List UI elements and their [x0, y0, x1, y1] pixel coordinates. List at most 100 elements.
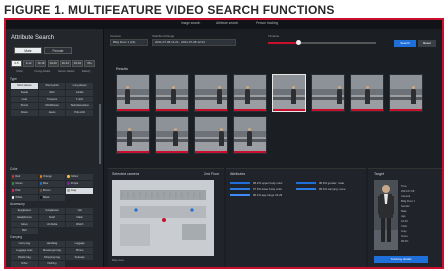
color-option[interactable]: Gray: [66, 188, 93, 194]
accessory-option[interactable]: Headphones: [11, 214, 38, 221]
carrying-option[interactable]: Nothing: [38, 261, 66, 267]
carrying-option[interactable]: Phone: [66, 247, 93, 254]
result-thumbnail[interactable]: [233, 116, 267, 154]
gender-male-toggle[interactable]: Male: [14, 47, 42, 54]
type-option[interactable]: Shirt/blouse: [38, 103, 66, 110]
accessory-option[interactable]: Eyeglasses: [11, 208, 38, 214]
color-label: Gray: [70, 189, 77, 192]
type-option[interactable]: Skirt: [38, 89, 66, 96]
result-thumbnail[interactable]: [155, 74, 189, 112]
age-chip[interactable]: 19-29: [47, 60, 59, 67]
result-thumbnail[interactable]: [116, 116, 150, 154]
type-option[interactable]: Jacket: [66, 89, 93, 96]
reset-button[interactable]: Reset: [418, 40, 436, 47]
floor-map[interactable]: [112, 180, 214, 256]
timeline-slider[interactable]: [268, 40, 376, 45]
thumb-background: [390, 75, 422, 90]
color-swatch-icon: [67, 175, 70, 178]
tracking-details-button[interactable]: Tracking details: [374, 256, 428, 263]
target-person-image[interactable]: [374, 180, 398, 250]
person-figure: [337, 89, 342, 104]
section-color: Color: [10, 167, 18, 171]
age-chip[interactable]: 30-44: [59, 60, 71, 67]
result-thumbnail[interactable]: [194, 74, 228, 112]
result-thumbnail[interactable]: [155, 116, 189, 154]
result-thumbnail[interactable]: [272, 74, 306, 112]
attr-text: 98.2% upper body color: [253, 181, 283, 185]
nav-person-tracking[interactable]: Person tracking: [256, 21, 278, 25]
target-info-line: Color: [401, 225, 408, 228]
date-range-field[interactable]: 2021-07-08 11:24 - 2021-07-08 12:24: [152, 39, 236, 46]
age-hint-elderly: Elderly: [82, 69, 91, 73]
type-option[interactable]: Shorts: [11, 103, 38, 110]
color-option[interactable]: Orange: [38, 174, 66, 180]
type-option[interactable]: Jeans: [38, 110, 66, 116]
match-indicator: [117, 151, 149, 153]
age-chip[interactable]: 6-12: [23, 60, 35, 67]
type-option[interactable]: Coat: [11, 96, 38, 103]
carrying-option[interactable]: Carry bag: [11, 241, 38, 247]
color-option[interactable]: Purple: [66, 181, 93, 187]
target-panel: Target Time 2021-07-08 Camera Bldg Floor 1 G…: [368, 168, 442, 267]
result-thumbnail[interactable]: [389, 74, 423, 112]
type-option[interactable]: Short pants: [38, 83, 66, 89]
result-thumbnail[interactable]: [311, 74, 345, 112]
section-accessory: Accessory: [10, 202, 25, 206]
color-option[interactable]: White: [11, 195, 38, 201]
color-label: Orange: [43, 175, 52, 178]
age-chip[interactable]: 65+: [84, 60, 96, 67]
timeline-handle[interactable]: [295, 40, 301, 45]
type-option[interactable]: Polo shirt: [66, 110, 93, 116]
color-option[interactable]: Pink: [11, 188, 38, 194]
accessory-option[interactable]: Sunglasses: [38, 208, 66, 214]
type-option[interactable]: Tank/sleeveless: [66, 103, 93, 110]
type-option[interactable]: Long sleeve: [66, 83, 93, 89]
color-option[interactable]: Blue: [38, 181, 66, 187]
age-chip[interactable]: 13-18: [35, 60, 47, 67]
color-option[interactable]: Red: [11, 174, 38, 180]
type-option[interactable]: Sweat: [11, 89, 38, 96]
color-option[interactable]: Green: [11, 181, 38, 187]
attr-row: 98.9% gender: male: [296, 181, 362, 186]
gender-female-toggle[interactable]: Female: [44, 47, 72, 54]
color-option[interactable]: Yellow: [66, 174, 93, 180]
accessory-option[interactable]: Mask: [66, 214, 93, 221]
type-option[interactable]: T-shirt: [66, 96, 93, 103]
match-indicator: [234, 109, 266, 111]
type-option[interactable]: Short sleeve: [11, 83, 38, 89]
accessory-option[interactable]: Glove: [11, 221, 38, 228]
result-thumbnail[interactable]: [233, 74, 267, 112]
person-figure: [125, 89, 130, 104]
type-option[interactable]: Dress: [11, 110, 38, 116]
confidence-bar: [296, 188, 316, 190]
carrying-option[interactable]: Shopping bag: [38, 254, 66, 261]
color-option[interactable]: Brown: [38, 188, 66, 194]
color-option[interactable]: Black: [38, 195, 66, 201]
nav-attribute-search[interactable]: Attribute search: [216, 21, 238, 25]
search-button[interactable]: Search: [394, 40, 416, 47]
result-thumbnail[interactable]: [350, 74, 384, 112]
carrying-option[interactable]: Luggage case: [11, 247, 38, 254]
accessory-option[interactable]: Watch: [66, 221, 93, 228]
carrying-option[interactable]: Plastic bag: [11, 254, 38, 261]
carrying-option[interactable]: Other: [11, 261, 38, 267]
age-chip[interactable]: 0-5: [11, 60, 22, 67]
result-thumbnail[interactable]: [116, 74, 150, 112]
type-option[interactable]: Trousers: [38, 96, 66, 103]
target-info-line: Age: [401, 215, 406, 218]
carrying-option[interactable]: Suitcase: [66, 254, 93, 261]
age-chip[interactable]: 45-64: [72, 60, 83, 67]
nav-image-search[interactable]: Image search: [181, 21, 200, 25]
result-thumbnail[interactable]: [194, 116, 228, 154]
selected-camera-label: Selected camera: [112, 172, 139, 176]
camera-select[interactable]: Bldg Floor 1 (16): [110, 39, 148, 46]
accessory-option[interactable]: Scarf: [38, 214, 66, 221]
accessory-option[interactable]: Umbrella: [38, 221, 66, 228]
carrying-option[interactable]: Luggage: [66, 241, 93, 247]
scrollbar[interactable]: [99, 104, 101, 164]
confidence-bar: [230, 188, 250, 190]
accessory-option[interactable]: Belt: [11, 228, 38, 235]
accessory-option[interactable]: Hat: [66, 208, 93, 214]
carrying-option[interactable]: Messenger bag: [38, 247, 66, 254]
carrying-option[interactable]: Handbag: [38, 241, 66, 247]
